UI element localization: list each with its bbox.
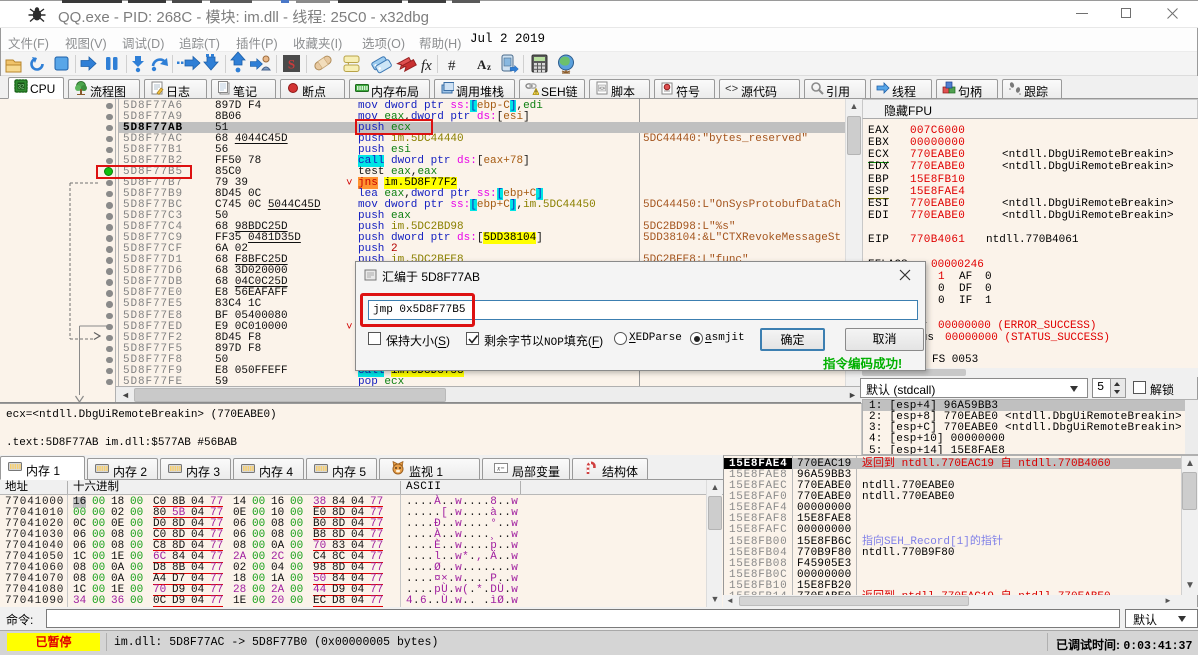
svg-text:A: A: [477, 57, 487, 72]
svg-text:#: #: [448, 58, 456, 74]
svg-text:x=: x=: [496, 465, 505, 473]
svg-text:fx: fx: [421, 58, 432, 74]
svg-text:<>: <>: [599, 86, 605, 92]
svg-text:<>: <>: [725, 84, 738, 95]
svg-text:z: z: [487, 62, 491, 72]
svg-text:S: S: [288, 57, 295, 72]
svg-text:32: 32: [18, 85, 25, 91]
